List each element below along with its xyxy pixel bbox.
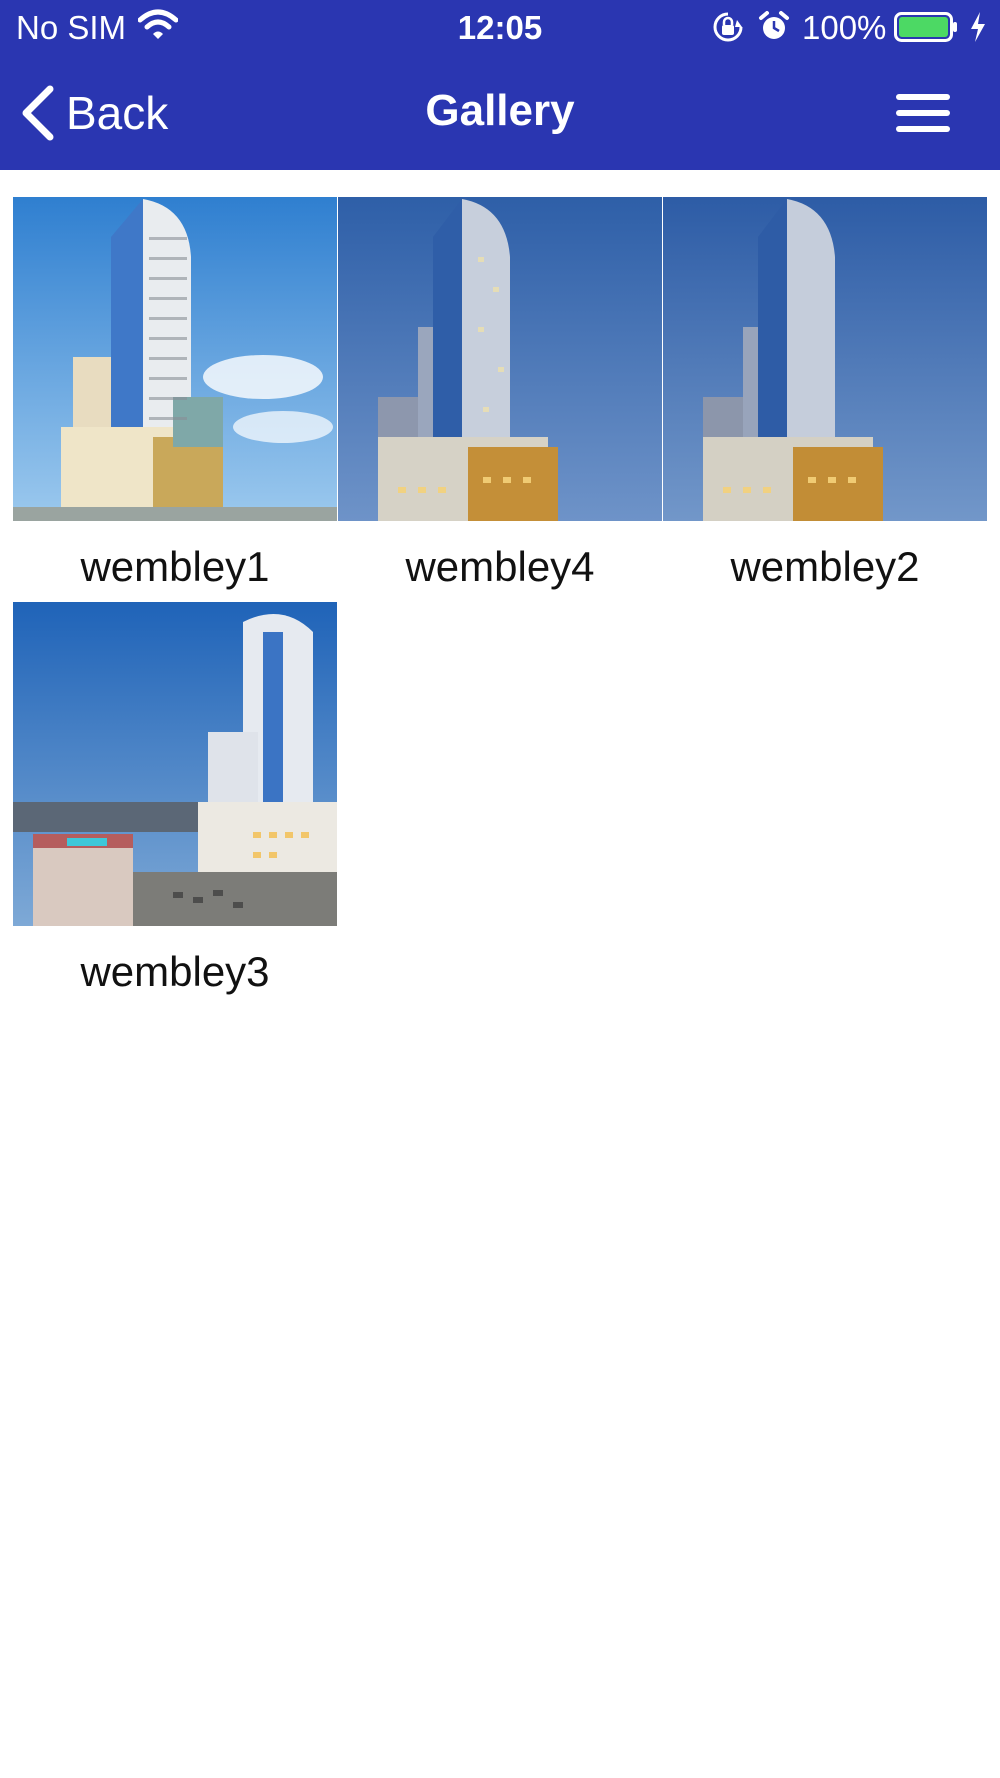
charging-bolt-icon — [971, 12, 985, 42]
app-header: No SIM 12:05 100% Back Gallery — [0, 0, 1000, 170]
orientation-lock-icon — [713, 12, 743, 42]
battery-percentage: 100% — [802, 9, 887, 46]
gallery-item[interactable]: wembley1 — [13, 197, 337, 602]
page-title: Gallery — [425, 86, 575, 135]
gallery-caption: wembley4 — [405, 543, 595, 590]
gallery-caption: wembley2 — [730, 543, 920, 590]
gallery-caption: wembley3 — [80, 948, 270, 995]
gallery-thumbnail[interactable] — [338, 197, 662, 521]
gallery-item[interactable]: wembley4 — [338, 197, 662, 602]
gallery-thumbnail[interactable] — [663, 197, 987, 521]
gallery-thumbnail[interactable] — [13, 197, 337, 521]
gallery-caption: wembley1 — [80, 543, 270, 590]
status-bar: No SIM 12:05 100% — [0, 0, 1000, 56]
gallery-item[interactable]: wembley3 — [13, 602, 337, 1007]
battery-icon — [894, 12, 957, 42]
gallery-item[interactable]: wembley2 — [663, 197, 987, 602]
alarm-icon — [759, 11, 789, 39]
gallery-thumbnail[interactable] — [13, 602, 337, 926]
hamburger-menu-icon[interactable] — [894, 90, 952, 136]
navigation-bar: Back Gallery — [0, 56, 1000, 170]
